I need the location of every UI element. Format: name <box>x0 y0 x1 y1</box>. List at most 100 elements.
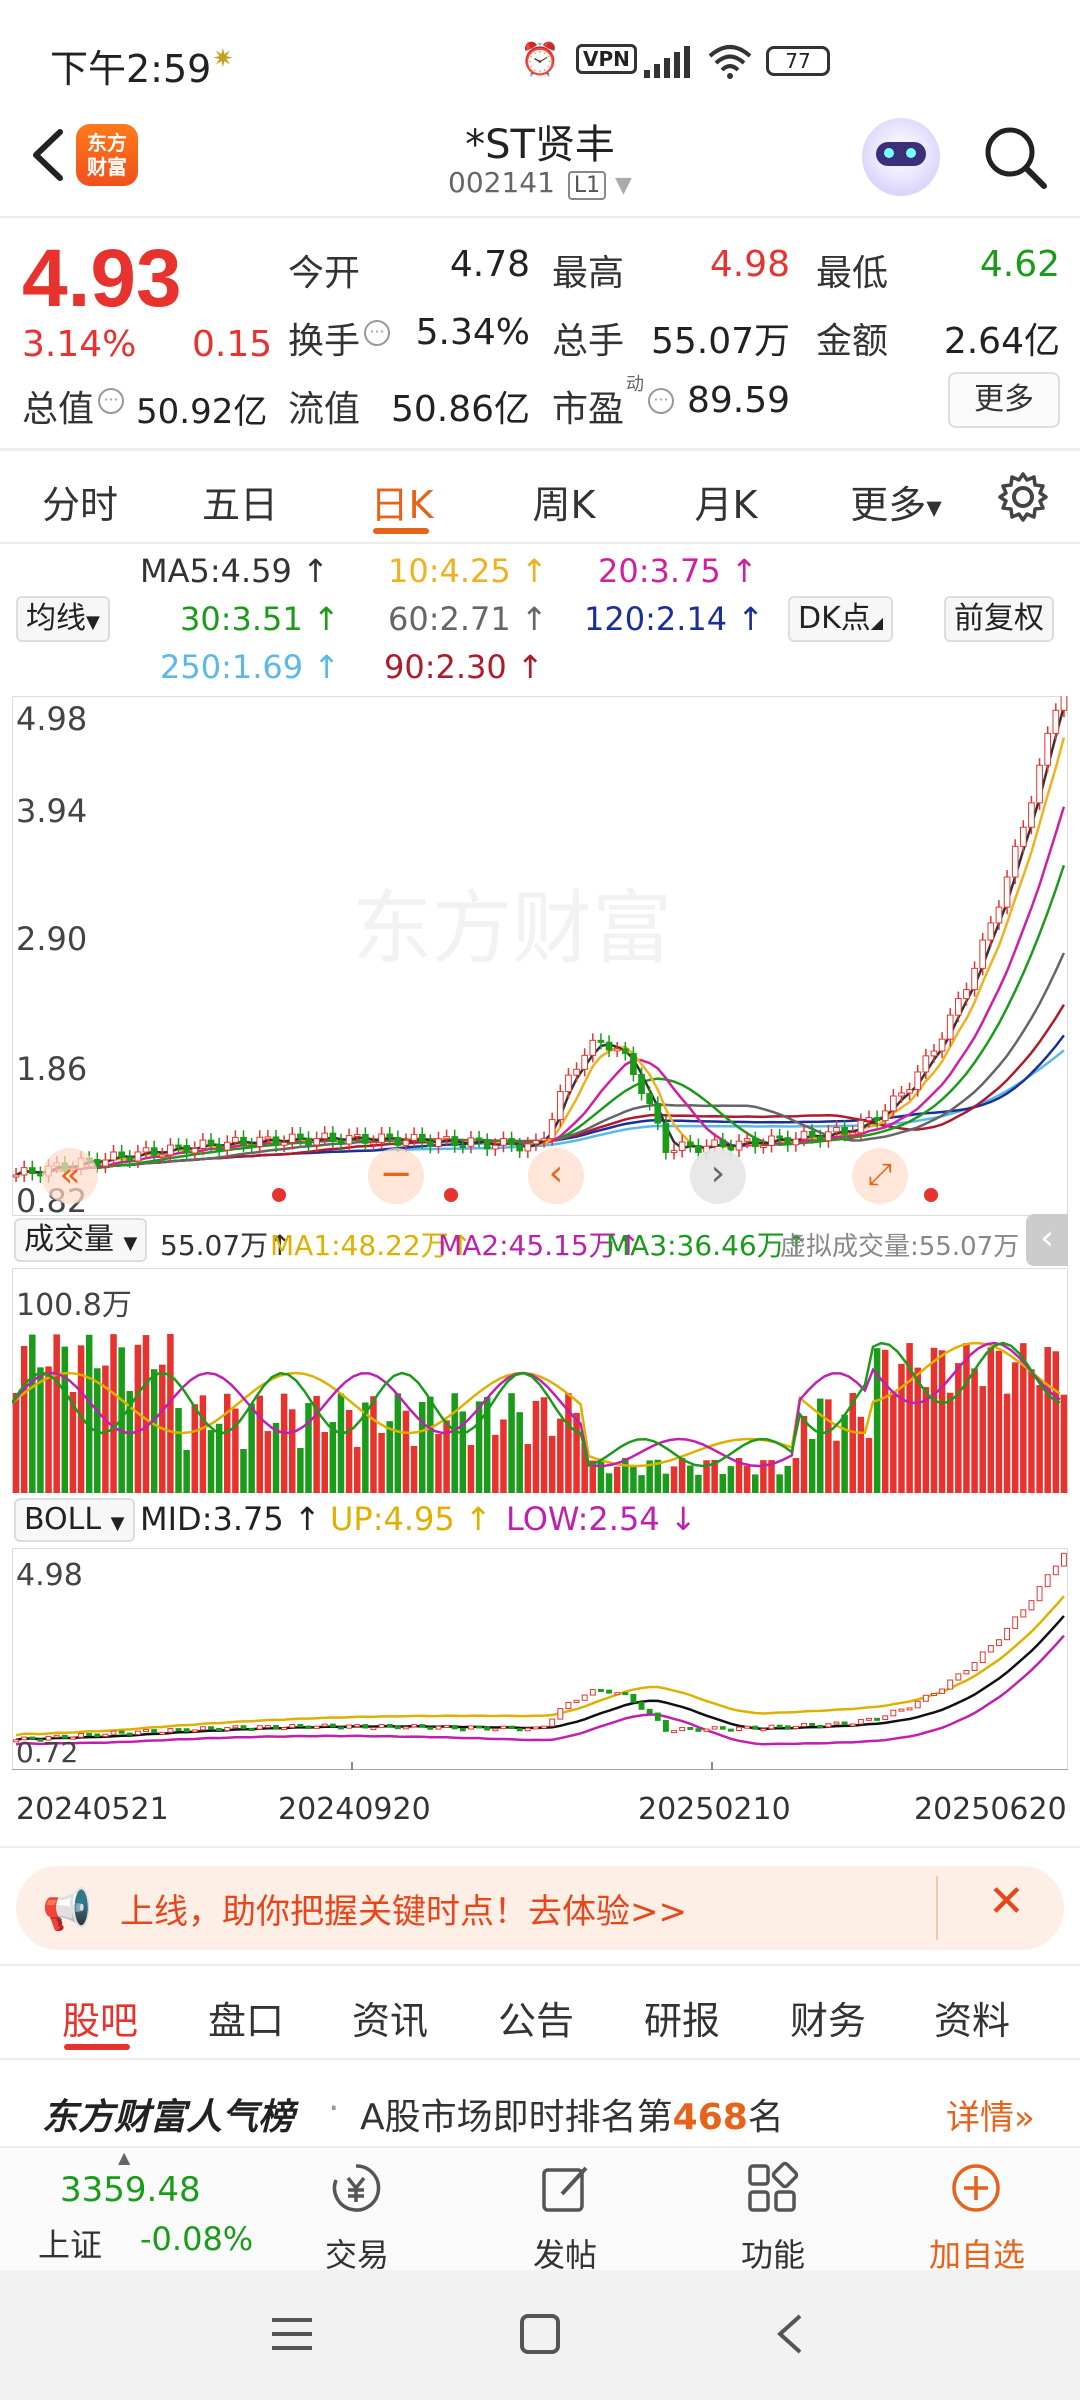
index-value[interactable]: 3359.48 <box>60 2170 201 2210</box>
boll-candle <box>622 1692 629 1696</box>
boll-candle <box>776 1724 783 1728</box>
tab-weekly-k[interactable]: 周K <box>494 474 634 529</box>
indicator-selector[interactable]: 均线▼ <box>16 596 110 642</box>
boll-candle <box>240 1725 247 1730</box>
banner-divider <box>936 1876 938 1940</box>
menu-icon[interactable] <box>270 2314 314 2354</box>
boll-candle <box>719 1726 726 1730</box>
kline-candle <box>849 1132 857 1136</box>
volume-bar <box>345 1409 353 1493</box>
event-dot[interactable] <box>924 1188 938 1202</box>
low-value: 4.62 <box>979 244 1060 285</box>
prev-icon[interactable]: ‹ <box>528 1148 584 1204</box>
tab-finance[interactable]: 财务 <box>790 1990 866 2045</box>
kline-candle <box>556 1091 564 1121</box>
volume-bar <box>427 1396 434 1493</box>
chevron-down-icon: ▼ <box>615 173 632 198</box>
post-icon[interactable] <box>538 2160 594 2216</box>
boll-candle <box>914 1700 921 1709</box>
volume-selector[interactable]: 成交量 ▼ <box>14 1218 148 1262</box>
promo-banner[interactable]: 📢 上线，助你把握关键时点！去体验>> ✕ <box>16 1866 1064 1950</box>
tab-pankou[interactable]: 盘口 <box>208 1990 284 2045</box>
function-icon[interactable] <box>744 2160 800 2216</box>
expand-icon[interactable]: ⤢ <box>852 1148 908 1204</box>
boll-selector[interactable]: BOLL ▼ <box>14 1498 135 1542</box>
collapse-icon[interactable]: ‹ <box>1026 1214 1068 1266</box>
volume-bar <box>199 1395 207 1493</box>
event-dot[interactable] <box>272 1188 286 1202</box>
boll-candle <box>484 1726 491 1731</box>
kline-candle <box>605 1041 613 1051</box>
boll-candle <box>378 1723 385 1729</box>
kline-candle <box>638 1074 645 1094</box>
info-icon[interactable]: ··· <box>98 388 124 414</box>
rewind-icon[interactable]: « <box>42 1148 98 1204</box>
tab-monthly-k[interactable]: 月K <box>656 474 796 529</box>
boll-candle <box>939 1688 946 1694</box>
volume-bar <box>971 1368 978 1493</box>
dk-point-button[interactable]: DK点◢ <box>788 596 894 642</box>
index-name[interactable]: 上证 <box>38 2220 102 2266</box>
tab-daily-k[interactable]: 日K <box>332 474 472 529</box>
kline-chart[interactable]: 东方财富 <box>12 696 1068 1216</box>
volume-bar <box>955 1363 962 1493</box>
date-label: 20240920 <box>278 1792 431 1827</box>
close-icon[interactable]: ✕ <box>988 1876 1025 1927</box>
home-icon[interactable] <box>518 2312 562 2356</box>
boll-candle <box>638 1701 645 1710</box>
ma10-label: 10:4.25 ↑ <box>388 552 548 590</box>
boll-candle <box>987 1645 994 1653</box>
tab-research[interactable]: 研报 <box>644 1990 720 2045</box>
back-nav-icon[interactable] <box>770 2310 810 2358</box>
kline-candle <box>833 1126 840 1133</box>
active-bottom-tab-indicator <box>64 2044 130 2050</box>
boll-chart[interactable] <box>12 1548 1068 1770</box>
tab-profile[interactable]: 资料 <box>934 1990 1010 2045</box>
volume-label: 总手 <box>552 321 625 362</box>
boll-candle <box>321 1723 328 1727</box>
kline-candle <box>792 1138 800 1146</box>
tab-announcements[interactable]: 公告 <box>498 1990 574 2045</box>
boll-candle <box>695 1728 702 1732</box>
tab-intraday[interactable]: 分时 <box>10 474 150 529</box>
tab-five-day[interactable]: 五日 <box>170 474 310 529</box>
add-watchlist-icon[interactable] <box>948 2160 1004 2216</box>
tab-news[interactable]: 资讯 <box>352 1990 428 2045</box>
next-icon[interactable]: › <box>690 1148 746 1204</box>
volume-chart[interactable] <box>12 1268 1068 1493</box>
volume-bar <box>175 1407 182 1493</box>
boll-candle <box>208 1726 214 1730</box>
volume-bar <box>451 1393 458 1493</box>
kline-candle <box>240 1136 247 1146</box>
volume-bar <box>167 1333 174 1493</box>
trade-icon[interactable] <box>328 2160 384 2216</box>
more-button[interactable]: 更多 <box>948 372 1060 428</box>
boll-candle <box>370 1727 377 1731</box>
kline-candle <box>922 1055 930 1073</box>
index-change[interactable]: -0.08% <box>140 2220 253 2258</box>
kline-candle <box>467 1137 475 1147</box>
rank-detail-link[interactable]: 详情» <box>946 2090 1035 2139</box>
robot-assistant-icon[interactable] <box>862 118 940 196</box>
search-icon[interactable] <box>980 122 1050 192</box>
boll-candle <box>1012 1616 1019 1629</box>
tabs-divider <box>0 542 1080 544</box>
status-time: 下午2:59 <box>50 47 212 91</box>
kline-candle <box>979 939 987 969</box>
volume-bar <box>922 1387 930 1493</box>
kline-candle <box>232 1136 239 1143</box>
kline-candle <box>134 1151 142 1162</box>
gear-icon[interactable] <box>996 470 1050 524</box>
tab-guba[interactable]: 股吧 <box>62 1990 138 2045</box>
event-dot[interactable] <box>444 1188 458 1202</box>
boll-candle <box>971 1662 978 1671</box>
boll-candle <box>1036 1586 1043 1602</box>
kline-candle <box>150 1147 158 1156</box>
adjust-button[interactable]: 前复权 <box>944 596 1054 642</box>
zoom-out-icon[interactable]: − <box>368 1148 424 1204</box>
tab-more[interactable]: 更多▼ <box>826 474 966 529</box>
rank-prefix: A股市场即时排名第 <box>360 2097 673 2138</box>
boll-candle <box>614 1692 621 1696</box>
boll-candle <box>825 1723 832 1728</box>
info-icon[interactable]: ··· <box>364 320 390 346</box>
